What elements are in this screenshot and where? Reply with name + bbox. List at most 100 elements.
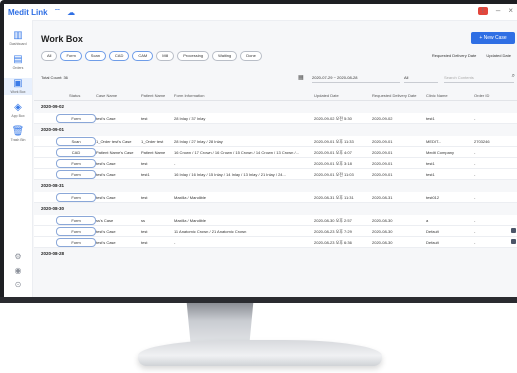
column-order-id[interactable]: Order ID bbox=[474, 93, 489, 98]
status-badge[interactable]: Form bbox=[56, 170, 96, 179]
attachment-icon[interactable] bbox=[511, 228, 516, 233]
sidebar-item-label: Trash Bin bbox=[10, 138, 26, 142]
table-row[interactable]: CAD Patient Name's Case Patient Name 16 Cro… bbox=[34, 147, 517, 158]
sidebar-item-app-box[interactable]: ◈ App Box bbox=[4, 102, 32, 119]
close-button[interactable]: × bbox=[508, 6, 513, 15]
sort-controls: Requested Delivery Date Updated Date bbox=[432, 53, 511, 58]
new-case-button[interactable]: + New Case bbox=[471, 32, 515, 44]
status-badge[interactable]: Form bbox=[56, 114, 96, 123]
cell-case: test's Case bbox=[96, 116, 116, 121]
table-row[interactable]: Form test's Case test1 16 Inlay / 16 Inlay … bbox=[34, 169, 517, 180]
cell-updated: 2020-08-23 오후 6:36 bbox=[314, 240, 352, 245]
column-delivery-date[interactable]: Requested Delivery Date bbox=[372, 93, 416, 98]
calendar-icon[interactable]: ▦ bbox=[298, 74, 304, 81]
table-row[interactable]: Scan 1_Order test's Case 1_Order test 28 In… bbox=[34, 136, 517, 147]
sort-delivery-date[interactable]: Requested Delivery Date bbox=[432, 53, 476, 58]
wifi-icon[interactable]: ⌔ bbox=[54, 7, 62, 17]
filter-all[interactable]: All bbox=[41, 51, 58, 61]
work-box-icon: ▣ bbox=[13, 78, 23, 89]
scope-select[interactable]: All bbox=[404, 74, 438, 83]
attachment-icon[interactable] bbox=[511, 239, 516, 244]
column-form-information[interactable]: Form Information bbox=[174, 93, 204, 98]
cell-patient: ss bbox=[141, 218, 145, 223]
settings-icon[interactable]: ⚙ bbox=[4, 252, 32, 261]
column-case-name[interactable]: Case Name bbox=[96, 93, 117, 98]
sidebar-item-label: Work Box bbox=[10, 90, 26, 94]
table-row[interactable]: Form test's Case test Maxilla / Mandible 202… bbox=[34, 192, 517, 203]
cell-patient: test bbox=[141, 229, 148, 234]
status-badge[interactable]: CAD bbox=[56, 148, 96, 157]
date-group-label: 2020-09-01 bbox=[34, 124, 517, 136]
cloud-icon[interactable]: ☁ bbox=[67, 8, 75, 17]
search-icon[interactable]: ⌕ bbox=[512, 73, 515, 80]
cell-order: - bbox=[474, 240, 476, 245]
cell-clinic: Default bbox=[426, 240, 439, 245]
window-controls: ! – × bbox=[477, 6, 513, 15]
cell-delivery: 2020-09-01 bbox=[372, 139, 393, 144]
cell-clinic: Medit Company bbox=[426, 150, 455, 155]
status-badge[interactable]: Form bbox=[56, 238, 96, 247]
orders-icon: ▤ bbox=[13, 54, 23, 65]
cell-form: 11 Anatomic Crown / 21 Anatomic Crown bbox=[174, 229, 247, 234]
status-badge[interactable]: Form bbox=[56, 193, 96, 202]
filter-processing[interactable]: Processing bbox=[177, 51, 210, 61]
column-clinic-name[interactable]: Clinic Name bbox=[426, 93, 448, 98]
filter-mill[interactable]: Mill bbox=[156, 51, 175, 61]
minimize-button[interactable]: – bbox=[496, 6, 500, 15]
cell-delivery: 2020-09-01 bbox=[372, 150, 393, 155]
title-bar: Medit Link ⌔ ☁ ! – × bbox=[4, 4, 517, 21]
cell-patient: Patient Name bbox=[141, 150, 166, 155]
help-icon[interactable]: ⊙ bbox=[4, 280, 32, 289]
broadcast-icon[interactable]: ◉ bbox=[4, 266, 32, 275]
status-badge[interactable]: Scan bbox=[56, 137, 96, 146]
column-updated-date[interactable]: Updated Date bbox=[314, 93, 339, 98]
sort-updated-date[interactable]: Updated Date bbox=[486, 53, 511, 58]
table-row[interactable]: Form test's Case test 28 Inlay / 37 Inlay 20… bbox=[34, 113, 517, 124]
date-range-input[interactable]: 2020-07-29 ~ 2020-08-28 bbox=[312, 74, 400, 83]
filter-done[interactable]: Done bbox=[240, 51, 262, 61]
list-toolbar: Total Count: 36 ▦ 2020-07-29 ~ 2020-08-2… bbox=[34, 72, 517, 85]
filter-cam[interactable]: CAM bbox=[132, 51, 154, 61]
cell-clinic: test1 bbox=[426, 161, 435, 166]
cell-clinic: test012 bbox=[426, 195, 440, 200]
cell-form: 16 Crown / 17 Crown / 16 Crown / 15 Crow… bbox=[174, 150, 299, 155]
cell-order: - bbox=[474, 116, 476, 121]
app-window: Medit Link ⌔ ☁ ! – × ▥ Dashboard ▤ Order… bbox=[4, 4, 517, 297]
cell-case: ss's Case bbox=[96, 218, 114, 223]
notification-icon[interactable]: ! bbox=[477, 6, 488, 15]
cell-form: 28 Inlay / 37 Inlay bbox=[174, 116, 206, 121]
cell-case: test's Case bbox=[96, 161, 116, 166]
table-row[interactable]: Form ss's Case ss Maxilla / Mandible 2020-08… bbox=[34, 215, 517, 226]
status-badge[interactable]: Form bbox=[56, 216, 96, 225]
filter-cad[interactable]: CAD bbox=[108, 51, 130, 61]
status-badge[interactable]: Form bbox=[56, 159, 96, 168]
total-count: Total Count: 36 bbox=[41, 75, 68, 80]
cell-delivery: 2020-08-30 bbox=[372, 240, 393, 245]
sidebar-item-work-box[interactable]: ▣ Work Box bbox=[4, 78, 32, 95]
filter-form[interactable]: Form bbox=[60, 51, 82, 61]
sidebar-item-trash[interactable]: 🗑 Trash Bin bbox=[4, 126, 32, 143]
table-row[interactable]: Form test's Case test - 2020-09-01 오후 3:18 20… bbox=[34, 158, 517, 169]
search-input[interactable]: Search Contents bbox=[444, 74, 514, 83]
cell-clinic: Default bbox=[426, 229, 439, 234]
filter-scan[interactable]: Scan bbox=[84, 51, 106, 61]
cell-patient: test bbox=[141, 195, 148, 200]
cell-patient: 1_Order test bbox=[141, 139, 164, 144]
sidebar-item-dashboard[interactable]: ▥ Dashboard bbox=[4, 30, 32, 47]
cell-delivery: 2020-09-02 bbox=[372, 116, 393, 121]
cell-patient: test bbox=[141, 161, 148, 166]
table-row[interactable]: Form test's Case test 11 Anatomic Crown / 2… bbox=[34, 226, 517, 237]
sidebar-item-orders[interactable]: ▤ Orders bbox=[4, 54, 32, 71]
cell-case: Patient Name's Case bbox=[96, 150, 134, 155]
column-patient-name[interactable]: Patient Name bbox=[141, 93, 165, 98]
monitor-base bbox=[138, 340, 382, 366]
column-status[interactable]: Status bbox=[69, 93, 80, 98]
cell-clinic: MEDIT... bbox=[426, 139, 442, 144]
filter-waiting[interactable]: Waiting bbox=[212, 51, 238, 61]
cell-clinic: test1 bbox=[426, 116, 435, 121]
cell-updated: 2020-08-30 오후 2:57 bbox=[314, 218, 352, 223]
dashboard-icon: ▥ bbox=[13, 30, 23, 41]
cell-updated: 2020-09-01 오전 11:03 bbox=[314, 172, 354, 177]
status-badge[interactable]: Form bbox=[56, 227, 96, 236]
table-row[interactable]: Form test's Case test - 2020-08-23 오후 6:36 20… bbox=[34, 237, 517, 248]
